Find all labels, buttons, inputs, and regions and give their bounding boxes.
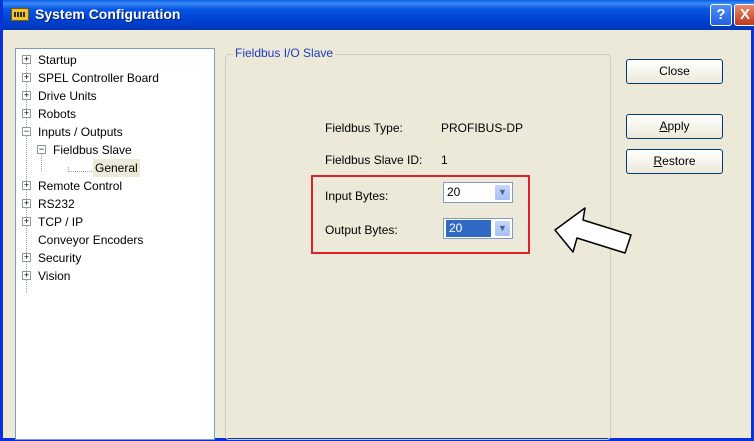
tree-item-label: SPEL Controller Board <box>38 71 159 85</box>
tree-item-label: Conveyor Encoders <box>38 233 144 247</box>
chevron-down-icon[interactable]: ▼ <box>494 220 511 237</box>
slave-id-value: 1 <box>441 153 448 167</box>
tree-item-label: Startup <box>38 53 77 67</box>
input-bytes-label: Input Bytes: <box>325 189 389 203</box>
app-icon <box>11 8 29 21</box>
expand-icon[interactable]: + <box>22 55 31 64</box>
system-configuration-window: System Configuration ? X + Startup + SPE… <box>0 0 754 441</box>
fieldbus-type-value: PROFIBUS-DP <box>441 121 524 135</box>
tree-item-label: Fieldbus Slave <box>53 143 132 157</box>
input-bytes-combobox[interactable]: 20 ▼ <box>443 182 513 203</box>
group-title: Fieldbus I/O Slave <box>233 46 336 60</box>
configuration-tree[interactable]: + Startup + SPEL Controller Board + Driv… <box>15 48 215 440</box>
title-bar[interactable]: System Configuration ? X <box>3 0 754 30</box>
output-bytes-label: Output Bytes: <box>325 223 398 237</box>
close-window-button[interactable]: X <box>734 4 754 26</box>
collapse-icon[interactable]: − <box>37 145 46 154</box>
pointer-arrow-icon <box>554 207 632 254</box>
restore-accelerator: R <box>653 154 663 168</box>
expand-icon[interactable]: + <box>22 217 31 226</box>
tree-item-label: Robots <box>38 107 77 121</box>
fieldbus-type-label: Fieldbus Type: <box>325 121 403 135</box>
tree-item-label: Vision <box>38 269 71 283</box>
expand-icon[interactable]: + <box>22 271 31 280</box>
slave-id-label: Fieldbus Slave ID: <box>325 153 423 167</box>
output-bytes-value: 20 <box>446 220 491 237</box>
expand-icon[interactable]: + <box>22 73 31 82</box>
close-button[interactable]: Close <box>626 59 723 84</box>
restore-button[interactable]: Restore <box>626 149 723 174</box>
chevron-down-icon[interactable]: ▼ <box>494 184 511 201</box>
tree-item-label: RS232 <box>38 197 75 211</box>
tree-guide-line <box>68 171 92 172</box>
input-bytes-value: 20 <box>447 185 461 199</box>
tree-item-label: Inputs / Outputs <box>38 125 123 139</box>
help-button[interactable]: ? <box>710 4 732 26</box>
restore-label: estore <box>662 154 696 168</box>
tree-item-label: General <box>93 159 140 177</box>
apply-accelerator: A <box>659 119 668 133</box>
expand-icon[interactable]: + <box>22 199 31 208</box>
collapse-icon[interactable]: − <box>22 127 31 136</box>
tree-item-label: Drive Units <box>38 89 97 103</box>
window-title: System Configuration <box>35 6 181 22</box>
apply-button[interactable]: Apply <box>626 114 723 139</box>
output-bytes-combobox[interactable]: 20 ▼ <box>443 218 513 239</box>
tree-item-label: TCP / IP <box>38 215 84 229</box>
tree-guide-line <box>68 167 69 172</box>
apply-label: pply <box>667 119 690 133</box>
expand-icon[interactable]: + <box>22 181 31 190</box>
tree-item-label: Security <box>38 251 82 265</box>
tree-item-label: Remote Control <box>38 179 123 193</box>
expand-icon[interactable]: + <box>22 253 31 262</box>
expand-icon[interactable]: + <box>22 91 31 100</box>
expand-icon[interactable]: + <box>22 109 31 118</box>
